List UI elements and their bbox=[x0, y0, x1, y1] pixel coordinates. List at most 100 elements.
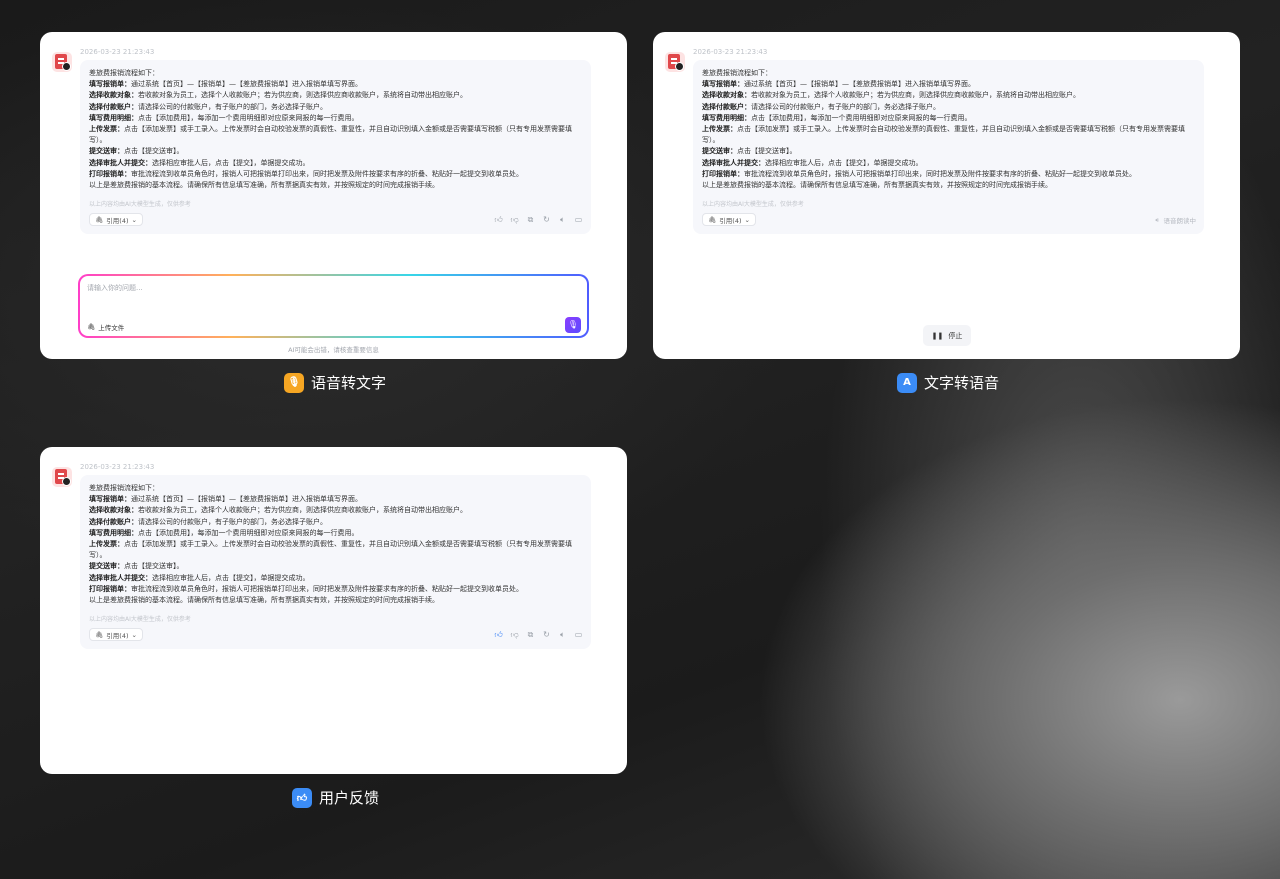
share-icon[interactable]: ▭ bbox=[574, 630, 583, 639]
message-line-text: 点击【提交送审】。 bbox=[124, 147, 184, 156]
message-line-key: 选择审批人并提交： bbox=[702, 158, 765, 167]
message-line: 以上是差旅费报销的基本流程。请确保所有信息填写准确，所有票据真实有效，并按照规定… bbox=[89, 180, 584, 191]
message-line: 选择收款对象：若收款对象为员工，选择个人收款账户；若为供应商，则选择供应商收款账… bbox=[702, 90, 1197, 101]
message-line: 打印报销单：审批流程流到收单员角色时，报销人可把报销单打印出来，同时把发票及附件… bbox=[89, 169, 584, 180]
upload-file-button[interactable]: 🖇 上传文件 bbox=[87, 322, 124, 332]
message-line: 以上是差旅费报销的基本流程。请确保所有信息填写准确，所有票据真实有效，并按照规定… bbox=[702, 180, 1197, 191]
citation-button[interactable]: 🖇 引用(4) ⌄ bbox=[89, 213, 143, 226]
regenerate-icon[interactable]: ↻ bbox=[542, 630, 551, 639]
paperclip-icon: 🖇 bbox=[95, 630, 104, 639]
share-icon[interactable]: ▭ bbox=[574, 215, 583, 224]
message-line-text: 选择相应审批人后，点击【提交】，单据提交成功。 bbox=[152, 573, 310, 582]
message-line-key: 选择收款对象： bbox=[89, 91, 138, 100]
upload-file-label: 上传文件 bbox=[98, 324, 125, 332]
message-line-text: 点击【提交送审】。 bbox=[737, 147, 797, 156]
message-line-key: 选择付款账户： bbox=[89, 517, 138, 526]
paperclip-icon: 🖇 bbox=[708, 215, 717, 224]
message-line-text: 请选择公司的付款账户，有子账户的部门，务必选择子账户。 bbox=[138, 517, 327, 526]
regenerate-icon[interactable]: ↻ bbox=[542, 215, 551, 224]
message-timestamp: 2026-03-23 21:23:43 bbox=[693, 48, 768, 56]
message-line: 上传发票：点击【添加发票】或手工录入。上传发票时会自动校验发票的真假性、重复性，… bbox=[89, 124, 584, 146]
message-line-key: 填写费用明细： bbox=[702, 113, 751, 122]
caption-speech-to-text: 🎙︎ 语音转文字 bbox=[284, 372, 386, 393]
thumbs-up-icon[interactable]: 👍︎ bbox=[494, 630, 503, 639]
message-line-key: 填写报销单： bbox=[89, 80, 131, 89]
message-line-text: 差旅费报销流程如下： bbox=[702, 69, 772, 77]
message-line-text: 若收款对象为员工，选择个人收款账户；若为供应商，则选择供应商收款账户，系统将自动… bbox=[751, 91, 1080, 100]
panel-speech-to-text: 2026-03-23 21:23:43 差旅费报销流程如下： 填写报销单：通过系统… bbox=[40, 32, 627, 359]
speaker-icon: 🔉︎ bbox=[1155, 215, 1160, 224]
reading-status-label: 语音朗读中 bbox=[1163, 217, 1197, 225]
bot-avatar bbox=[52, 467, 72, 487]
message-line-text: 审批流程流到收单员角色时，报销人可把报销单打印出来，同时把发票及附件按要求有序的… bbox=[744, 169, 1136, 178]
message-line-text: 通过系统【首页】—【报销单】—【差旅费报销单】进入报销单填写界面。 bbox=[131, 80, 362, 89]
message-line-key: 打印报销单： bbox=[89, 584, 131, 593]
message-line-key: 提交送审： bbox=[702, 147, 737, 156]
copy-icon[interactable]: ⧉ bbox=[526, 630, 535, 639]
message-line: 填写费用明细：点击【添加费用】，每添加一个费用明细即对应原来网报的每一行费用。 bbox=[702, 113, 1197, 124]
stop-button[interactable]: ❚❚ 停止 bbox=[923, 325, 971, 346]
caption-user-feedback: 👍︎ 用户反馈 bbox=[292, 787, 379, 808]
message-line-text: 以上是差旅费报销的基本流程。请确保所有信息填写准确，所有票据真实有效，并按照规定… bbox=[89, 596, 439, 605]
message-line-text: 点击【添加发票】或手工录入。上传发票时会自动校验发票的真假性、重复性，并且自动识… bbox=[89, 540, 572, 560]
thumbs-up-icon[interactable]: 👍︎ bbox=[494, 215, 503, 224]
thumbs-down-icon[interactable]: 👎︎ bbox=[510, 630, 519, 639]
message-line: 以上是差旅费报销的基本流程。请确保所有信息填写准确，所有票据真实有效，并按照规定… bbox=[89, 595, 584, 606]
message-line-key: 填写报销单： bbox=[702, 80, 744, 89]
chat-input-placeholder[interactable]: 请输入你的问题... bbox=[87, 283, 143, 293]
message-line: 提交送审：点击【提交送审】。 bbox=[89, 561, 584, 572]
message-line: 选择审批人并提交：选择相应审批人后，点击【提交】，单据提交成功。 bbox=[89, 158, 584, 169]
paperclip-icon: 🖇 bbox=[95, 215, 104, 224]
speaker-icon[interactable]: 🔈︎ bbox=[558, 215, 567, 224]
caption-label: 文字转语音 bbox=[924, 374, 1000, 392]
badge-dot bbox=[675, 62, 684, 71]
microphone-button[interactable]: 🎙︎ bbox=[565, 317, 581, 333]
footer-hint: AI可能会出错，请核查重要信息 bbox=[288, 346, 379, 354]
stop-label: 停止 bbox=[948, 331, 963, 340]
chevron-down-icon: ⌄ bbox=[131, 630, 137, 639]
message-line-key: 填写费用明细： bbox=[89, 528, 138, 537]
thumbs-down-icon[interactable]: 👎︎ bbox=[510, 215, 519, 224]
message-line-text: 以上是差旅费报销的基本流程。请确保所有信息填写准确，所有票据真实有效，并按照规定… bbox=[702, 181, 1052, 190]
message-line: 选择付款账户：请选择公司的付款账户，有子账户的部门，务必选择子账户。 bbox=[89, 517, 584, 528]
paperclip-icon: 🖇 bbox=[87, 323, 96, 331]
message-line: 填写报销单：通过系统【首页】—【报销单】—【差旅费报销单】进入报销单填写界面。 bbox=[702, 79, 1197, 90]
speaker-icon[interactable]: 🔈︎ bbox=[558, 630, 567, 639]
message-line: 选择付款账户：请选择公司的付款账户，有子账户的部门，务必选择子账户。 bbox=[702, 102, 1197, 113]
message-line-key: 提交送审： bbox=[89, 562, 124, 571]
message-line-text: 若收款对象为员工，选择个人收款账户；若为供应商，则选择供应商收款账户，系统将自动… bbox=[138, 91, 467, 100]
message-line: 提交送审：点击【提交送审】。 bbox=[702, 146, 1197, 157]
citation-button[interactable]: 🖇 引用(4) ⌄ bbox=[89, 628, 143, 641]
caption-text-to-speech: A 文字转语音 bbox=[897, 372, 999, 393]
message-line-text: 差旅费报销流程如下： bbox=[89, 69, 159, 77]
message-line-text: 点击【添加发票】或手工录入。上传发票时会自动校验发票的真假性、重复性，并且自动识… bbox=[702, 125, 1185, 145]
message-line-text: 请选择公司的付款账户，有子账户的部门，务必选择子账户。 bbox=[138, 102, 327, 111]
caption-label: 语音转文字 bbox=[311, 374, 387, 392]
citation-label: 引用(4) bbox=[719, 216, 742, 225]
copy-icon[interactable]: ⧉ bbox=[526, 215, 535, 224]
message-line-key: 打印报销单： bbox=[89, 169, 131, 178]
message-actions: 👍︎ 👎︎ ⧉ ↻ 🔈︎ ▭ bbox=[494, 215, 583, 224]
message-timestamp: 2026-03-23 21:23:43 bbox=[80, 463, 155, 471]
chat-input-box[interactable]: 请输入你的问题... 🖇 上传文件 🎙︎ bbox=[78, 274, 589, 338]
message-line: 上传发票：点击【添加发票】或手工录入。上传发票时会自动校验发票的真假性、重复性，… bbox=[89, 539, 584, 561]
bot-avatar bbox=[665, 52, 685, 72]
message-bubble: 差旅费报销流程如下： 填写报销单：通过系统【首页】—【报销单】—【差旅费报销单】进… bbox=[80, 60, 591, 234]
message-line-text: 选择相应审批人后，点击【提交】，单据提交成功。 bbox=[152, 158, 310, 167]
message-line-key: 上传发票： bbox=[89, 540, 124, 549]
message-line-key: 填写报销单： bbox=[89, 495, 131, 504]
message-line: 填写费用明细：点击【添加费用】，每添加一个费用明细即对应原来网报的每一行费用。 bbox=[89, 113, 584, 124]
message-line: 打印报销单：审批流程流到收单员角色时，报销人可把报销单打印出来，同时把发票及附件… bbox=[89, 584, 584, 595]
message-line-key: 上传发票： bbox=[702, 125, 737, 134]
message-line-key: 选择审批人并提交： bbox=[89, 573, 152, 582]
pause-icon: ❚❚ bbox=[931, 331, 944, 340]
message-line: 选择收款对象：若收款对象为员工，选择个人收款账户；若为供应商，则选择供应商收款账… bbox=[89, 90, 584, 101]
message-line-text: 以上是差旅费报销的基本流程。请确保所有信息填写准确，所有票据真实有效，并按照规定… bbox=[89, 181, 439, 190]
message-line-key: 选择付款账户： bbox=[702, 102, 751, 111]
message-line-text: 点击【添加费用】，每添加一个费用明细即对应原来网报的每一行费用。 bbox=[138, 528, 359, 537]
message-line: 上传发票：点击【添加发票】或手工录入。上传发票时会自动校验发票的真假性、重复性，… bbox=[702, 124, 1197, 146]
message-line-key: 打印报销单： bbox=[702, 169, 744, 178]
citation-button[interactable]: 🖇 引用(4) ⌄ bbox=[702, 213, 756, 226]
message-line: 提交送审：点击【提交送审】。 bbox=[89, 146, 584, 157]
message-line: 填写费用明细：点击【添加费用】，每添加一个费用明细即对应原来网报的每一行费用。 bbox=[89, 528, 584, 539]
